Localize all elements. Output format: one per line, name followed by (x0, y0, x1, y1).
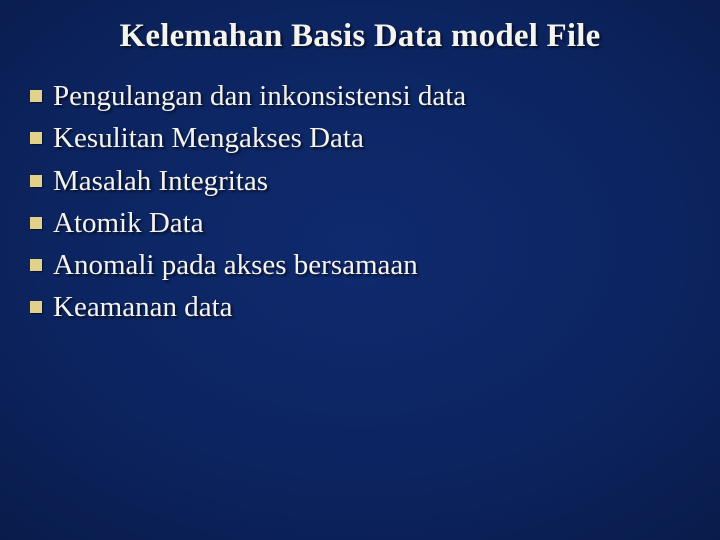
square-bullet-icon (30, 259, 42, 271)
list-item: Anomali pada akses bersamaan (30, 246, 720, 284)
square-bullet-icon (30, 132, 42, 144)
list-item: Pengulangan dan inkonsistensi data (30, 77, 720, 115)
list-item-text: Masalah Integritas (53, 162, 268, 200)
bullet-list: Pengulangan dan inkonsistensi data Kesul… (0, 77, 720, 327)
list-item: Keamanan data (30, 288, 720, 326)
slide-title: Kelemahan Basis Data model File (0, 0, 720, 55)
list-item-text: Anomali pada akses bersamaan (53, 246, 418, 284)
list-item-text: Atomik Data (53, 204, 204, 242)
list-item-text: Kesulitan Mengakses Data (53, 119, 364, 157)
list-item-text: Pengulangan dan inkonsistensi data (53, 77, 466, 115)
square-bullet-icon (30, 175, 42, 187)
list-item: Kesulitan Mengakses Data (30, 119, 720, 157)
list-item: Masalah Integritas (30, 162, 720, 200)
list-item-text: Keamanan data (53, 288, 233, 326)
square-bullet-icon (30, 217, 42, 229)
list-item: Atomik Data (30, 204, 720, 242)
square-bullet-icon (30, 301, 42, 313)
square-bullet-icon (30, 90, 42, 102)
